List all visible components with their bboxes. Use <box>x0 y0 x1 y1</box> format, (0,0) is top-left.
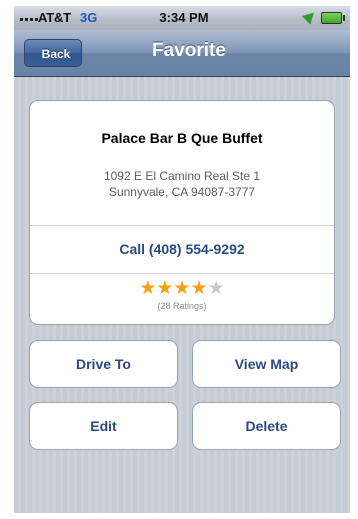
rating-row: ★★★★★ (28 Ratings) <box>30 274 334 324</box>
star-filled-icon: ★ <box>173 278 191 299</box>
edit-button[interactable]: Edit <box>29 402 178 450</box>
address-line-2[interactable]: Sunnyvale, CA 94087-3777 <box>30 185 334 199</box>
delete-button[interactable]: Delete <box>192 402 341 450</box>
star-filled-icon: ★ <box>190 278 208 299</box>
status-time: 3:34 PM <box>159 10 209 25</box>
star-rating: ★★★★★ <box>30 279 334 299</box>
rating-count: (28 Ratings) <box>157 301 207 311</box>
page-title: Favorite <box>152 40 226 61</box>
location-arrow-icon <box>301 8 319 25</box>
star-filled-icon: ★ <box>139 278 157 299</box>
carrier-label: AT&T <box>38 10 71 25</box>
place-name: Palace Bar B Que Buffet <box>101 130 263 146</box>
battery-icon <box>321 12 345 24</box>
drive-to-button[interactable]: Drive To <box>29 340 178 388</box>
view-map-button[interactable]: View Map <box>192 340 341 388</box>
call-phone-button[interactable]: Call (408) 554-9292 <box>30 226 334 273</box>
navigation-bar: Back Favorite <box>14 30 350 77</box>
back-button[interactable]: Back <box>24 39 82 67</box>
address-line-1[interactable]: 1092 E El Camino Real Ste 1 <box>30 169 334 183</box>
signal-strength-icon <box>20 18 38 21</box>
place-info-card: Palace Bar B Que Buffet 1092 E El Camino… <box>29 100 335 325</box>
status-bar: AT&T 3G 3:34 PM <box>14 6 350 30</box>
star-empty-icon: ★ <box>207 278 225 299</box>
phone-screen: AT&T 3G 3:34 PM Back Favorite Palace Bar… <box>14 6 350 513</box>
content-area: Palace Bar B Que Buffet 1092 E El Camino… <box>14 77 350 513</box>
network-type: 3G <box>80 10 98 25</box>
star-filled-icon: ★ <box>156 278 174 299</box>
